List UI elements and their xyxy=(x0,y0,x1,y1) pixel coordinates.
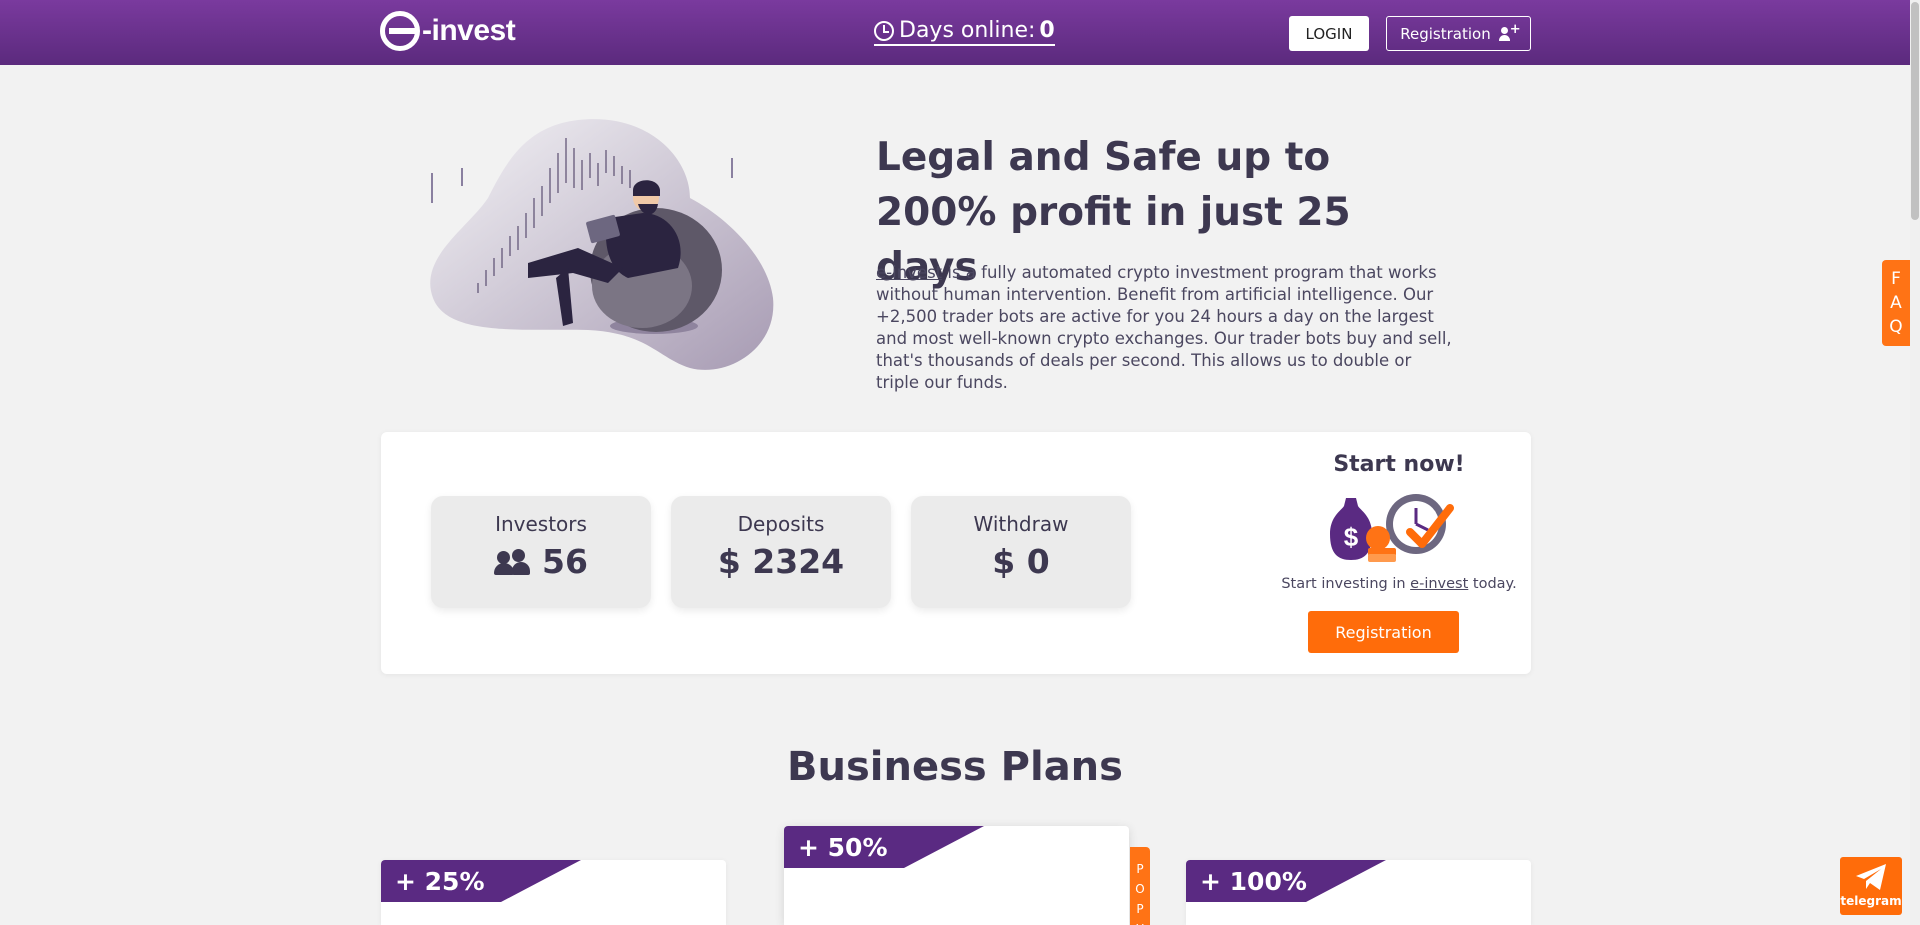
stat-value: 56 xyxy=(431,542,651,581)
money-clock-icon: $ xyxy=(1330,494,1454,562)
deposits-amount: $ 2324 xyxy=(717,542,845,581)
brand-link[interactable]: e-invest xyxy=(876,263,942,282)
faq-tab[interactable]: F A Q xyxy=(1882,260,1910,346)
clock-icon xyxy=(874,20,894,41)
start-text-after: today. xyxy=(1468,576,1517,592)
start-text-before: Start investing in xyxy=(1281,576,1411,592)
start-text: Start investing in e-invest today. xyxy=(1261,576,1537,592)
popular-letter: P xyxy=(1136,862,1144,876)
stats-card: Investors 56 Deposits $ 2324 Withdraw $ … xyxy=(381,432,1531,674)
faq-letter: F xyxy=(1891,269,1901,289)
faq-letter: A xyxy=(1890,293,1902,313)
plan-card-100[interactable]: + 100% xyxy=(1186,860,1531,925)
scrollbar[interactable] xyxy=(1910,0,1920,925)
stat-withdraw: Withdraw $ 0 xyxy=(911,496,1131,608)
hero-description-text: is a fully automated crypto investment p… xyxy=(876,263,1452,392)
registration-button-header[interactable]: Registration xyxy=(1386,16,1531,51)
hero-description: e-invest is a fully automated crypto inv… xyxy=(876,262,1456,394)
logo[interactable]: -invest xyxy=(380,11,516,51)
withdraw-amount: $ 0 xyxy=(992,542,1050,581)
popular-badge: P O P U xyxy=(1130,847,1150,925)
popular-letter: O xyxy=(1135,882,1145,896)
stat-label: Deposits xyxy=(737,512,825,536)
stat-investors: Investors 56 xyxy=(431,496,651,608)
users-icon xyxy=(494,548,531,575)
days-online-value: 0 xyxy=(1039,18,1055,43)
faq-letter: Q xyxy=(1889,317,1903,337)
registration-label: Registration xyxy=(1400,24,1491,43)
investors-count: 56 xyxy=(542,542,588,581)
stat-label: Withdraw xyxy=(973,512,1069,536)
business-plans-title: Business Plans xyxy=(787,744,1123,790)
start-now-title: Start now! xyxy=(1333,452,1465,477)
plan-card-25[interactable]: + 25% xyxy=(381,860,726,925)
plan-card-50[interactable]: + 50% xyxy=(784,826,1129,925)
stat-label: Investors xyxy=(495,512,587,536)
logo-e-icon xyxy=(380,11,420,51)
plan-ribbon: + 100% xyxy=(1186,860,1386,902)
days-online[interactable]: Days online: 0 xyxy=(874,18,1055,46)
telegram-icon xyxy=(1856,864,1886,890)
user-plus-icon xyxy=(1498,22,1521,41)
telegram-label: telegram xyxy=(1840,894,1902,908)
stat-deposits: Deposits $ 2324 xyxy=(671,496,891,608)
svg-text:$: $ xyxy=(1344,522,1359,552)
plan-ribbon: + 50% xyxy=(784,826,984,868)
top-navbar: -invest Days online: 0 LOGIN Registratio… xyxy=(0,0,1910,65)
telegram-button[interactable]: telegram xyxy=(1840,857,1902,915)
brand-link[interactable]: e-invest xyxy=(1410,576,1468,592)
scrollbar-thumb[interactable] xyxy=(1911,2,1919,220)
login-button[interactable]: LOGIN xyxy=(1289,16,1369,51)
popular-letter: P xyxy=(1136,902,1144,916)
plan-percent: + 50% xyxy=(798,832,888,862)
plan-percent: + 100% xyxy=(1200,866,1307,896)
hero-illustration xyxy=(430,119,774,370)
registration-button[interactable]: Registration xyxy=(1308,611,1459,653)
days-online-label: Days online: xyxy=(899,18,1036,43)
plan-ribbon: + 25% xyxy=(381,860,581,902)
logo-text: -invest xyxy=(422,14,516,47)
popular-letter: U xyxy=(1136,919,1145,925)
plan-percent: + 25% xyxy=(395,866,485,896)
